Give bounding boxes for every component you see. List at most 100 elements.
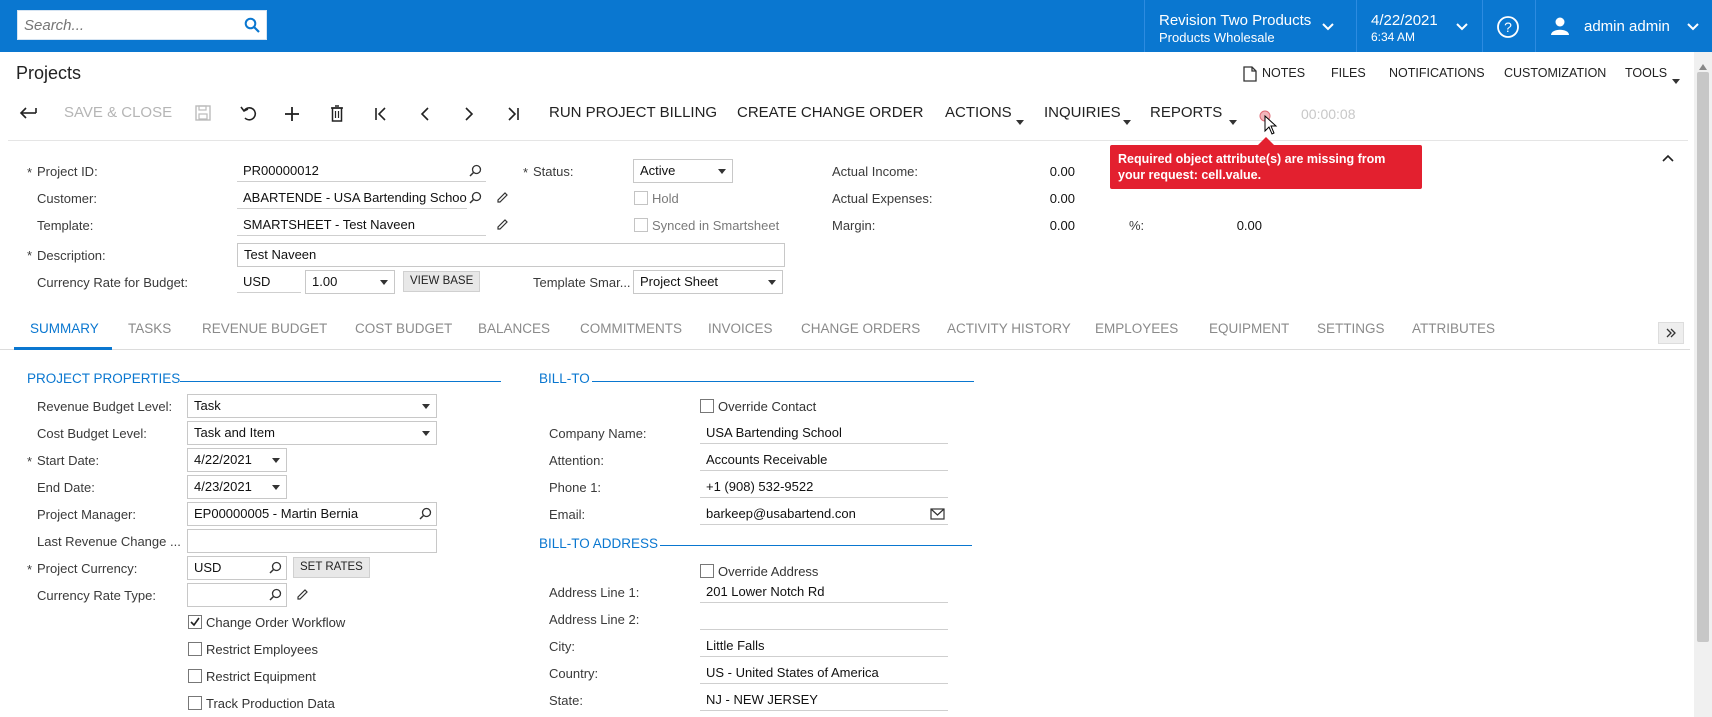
search-icon[interactable] (269, 588, 282, 604)
change-order-workflow-label: Change Order Workflow (206, 615, 346, 630)
run-project-billing-button[interactable]: RUN PROJECT BILLING (549, 104, 717, 121)
edit-pencil-icon[interactable] (296, 588, 309, 604)
files-link[interactable]: FILES (1331, 66, 1366, 80)
tab-attributes[interactable]: ATTRIBUTES (1412, 321, 1495, 336)
tab-cost-budget[interactable]: COST BUDGET (355, 321, 452, 336)
notes-icon[interactable] (1243, 66, 1257, 85)
description-field[interactable]: Test Naveen (237, 243, 785, 267)
synced-checkbox[interactable] (634, 218, 648, 232)
set-rates-button[interactable]: SET RATES (293, 557, 370, 578)
tab-employees[interactable]: EMPLOYEES (1095, 321, 1178, 336)
help-icon: ? (1496, 15, 1520, 42)
tab-balances[interactable]: BALANCES (478, 321, 550, 336)
customer-label: Customer: (37, 191, 97, 206)
revenue-budget-level-label: Revenue Budget Level: (37, 399, 173, 414)
search-icon[interactable] (469, 164, 482, 180)
search-input[interactable] (18, 11, 233, 39)
project-id-field[interactable]: PR00000012 (237, 160, 486, 182)
scroll-up-icon[interactable] (1699, 58, 1707, 73)
back-arrow-icon[interactable] (18, 106, 38, 123)
user-menu[interactable]: admin admin (1535, 0, 1712, 52)
user-name: admin admin (1584, 18, 1670, 35)
template-smart-select[interactable]: Project Sheet (633, 270, 783, 294)
tab-revenue-budget[interactable]: REVENUE BUDGET (202, 321, 327, 336)
inquiries-menu[interactable]: INQUIRIES (1044, 104, 1121, 121)
edit-pencil-icon[interactable] (496, 191, 509, 207)
state-field[interactable]: NJ - NEW JERSEY (700, 689, 948, 711)
override-address-checkbox[interactable] (700, 564, 714, 578)
next-record-icon[interactable] (464, 107, 474, 124)
tab-equipment[interactable]: EQUIPMENT (1209, 321, 1289, 336)
dropdown-arrow-icon (380, 280, 388, 285)
tab-change-orders[interactable]: CHANGE ORDERS (801, 321, 920, 336)
save-close-button[interactable]: SAVE & CLOSE (64, 104, 172, 121)
customer-field[interactable]: ABARTENDE - USA Bartending School (237, 187, 467, 209)
currency-field[interactable]: USD (237, 271, 301, 293)
override-contact-checkbox[interactable] (700, 399, 714, 413)
actions-menu[interactable]: ACTIONS (945, 104, 1012, 121)
top-bar: Revision Two Products Products Wholesale… (0, 0, 1712, 52)
tab-commitments[interactable]: COMMITMENTS (580, 321, 682, 336)
undo-icon[interactable] (240, 105, 258, 124)
first-record-icon[interactable] (374, 107, 388, 124)
create-change-order-button[interactable]: CREATE CHANGE ORDER (737, 104, 923, 121)
email-field[interactable]: barkeep@usabartend.con (700, 503, 948, 525)
last-revenue-change-field[interactable] (187, 529, 437, 553)
project-currency-label: Project Currency: (37, 561, 138, 576)
hold-checkbox[interactable] (634, 191, 648, 205)
email-label: Email: (549, 507, 586, 522)
search-icon[interactable] (269, 561, 282, 577)
restrict-equipment-checkbox[interactable] (188, 669, 202, 683)
previous-record-icon[interactable] (420, 107, 430, 124)
company-name: Revision Two Products (1159, 12, 1312, 29)
status-label: Status: (533, 164, 574, 179)
country-field[interactable]: US - United States of America (700, 662, 948, 684)
restrict-employees-checkbox[interactable] (188, 642, 202, 656)
scrollbar-thumb[interactable] (1697, 72, 1709, 642)
end-date-picker[interactable]: 4/23/2021 (187, 475, 287, 499)
company-name-field[interactable]: USA Bartending School (700, 422, 948, 444)
rate-select[interactable]: 1.00 (305, 270, 395, 294)
tab-tasks[interactable]: TASKS (128, 321, 171, 336)
search-icon[interactable] (419, 507, 432, 523)
status-select[interactable]: Active (633, 159, 733, 183)
page-title: Projects (16, 63, 82, 83)
notes-link[interactable]: NOTES (1262, 66, 1305, 80)
tools-menu[interactable]: TOOLS (1625, 66, 1667, 80)
template-field[interactable]: SMARTSHEET - Test Naveen (237, 214, 486, 236)
revenue-budget-level-select[interactable]: Task (187, 394, 437, 418)
delete-icon[interactable] (330, 105, 344, 125)
chevron-down-icon (1686, 20, 1700, 35)
cost-budget-level-select[interactable]: Task and Item (187, 421, 437, 445)
tab-summary[interactable]: SUMMARY (30, 321, 99, 336)
notifications-link[interactable]: NOTIFICATIONS (1389, 66, 1485, 80)
track-production-checkbox[interactable] (188, 696, 202, 710)
search-box[interactable] (17, 10, 267, 40)
help-button[interactable]: ? (1482, 0, 1535, 52)
edit-pencil-icon[interactable] (496, 218, 509, 234)
address-line2-field[interactable] (700, 608, 948, 630)
project-manager-field[interactable]: EP00000005 - Martin Bernia (187, 502, 437, 526)
mail-icon[interactable] (930, 508, 945, 523)
phone-field[interactable]: +1 (908) 532-9522 (700, 476, 948, 498)
change-order-workflow-checkbox[interactable] (188, 615, 202, 629)
save-icon[interactable] (195, 105, 211, 124)
tab-invoices[interactable]: INVOICES (708, 321, 773, 336)
city-field[interactable]: Little Falls (700, 635, 948, 657)
start-date-picker[interactable]: 4/22/2021 (187, 448, 287, 472)
collapse-chevron-icon[interactable] (1662, 150, 1674, 165)
search-icon[interactable] (469, 191, 482, 207)
add-icon[interactable] (284, 106, 300, 125)
customization-link[interactable]: CUSTOMIZATION (1504, 66, 1606, 80)
more-tabs-icon[interactable] (1658, 322, 1684, 344)
attention-field[interactable]: Accounts Receivable (700, 449, 948, 471)
business-date-selector[interactable]: 4/22/2021 6:34 AM (1356, 0, 1482, 52)
search-icon[interactable] (244, 17, 260, 36)
view-base-button[interactable]: VIEW BASE (403, 271, 481, 292)
address-line1-field[interactable]: 201 Lower Notch Rd (700, 581, 948, 603)
tab-activity-history[interactable]: ACTIVITY HISTORY (947, 321, 1071, 336)
company-branch-selector[interactable]: Revision Two Products Products Wholesale (1144, 0, 1356, 52)
last-record-icon[interactable] (506, 107, 520, 124)
reports-menu[interactable]: REPORTS (1150, 104, 1222, 121)
tab-settings[interactable]: SETTINGS (1317, 321, 1385, 336)
